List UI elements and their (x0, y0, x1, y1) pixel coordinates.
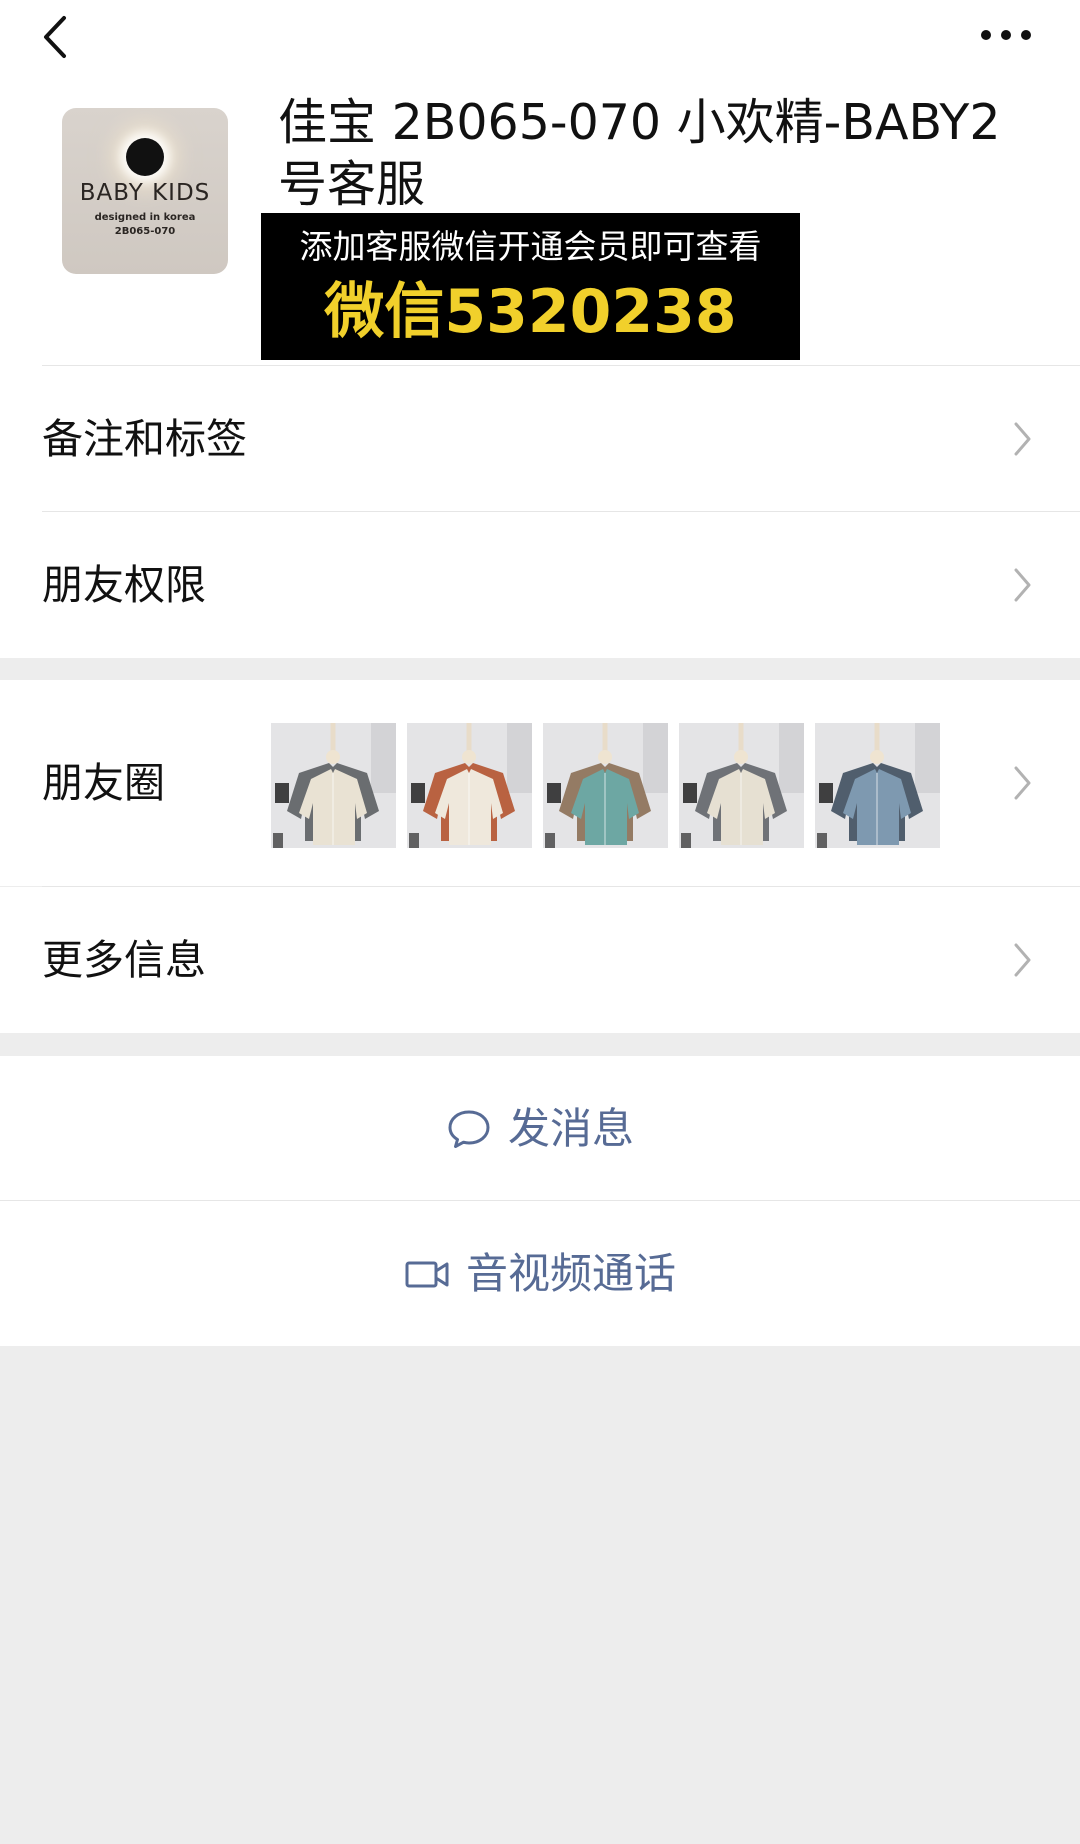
menu-item-notes-tags[interactable]: 备注和标签 (0, 366, 1080, 511)
chat-bubble-icon (448, 1110, 490, 1148)
more-options-button[interactable] (976, 18, 1036, 52)
moments-photo-1 (271, 723, 396, 848)
moments-photo-5 (815, 723, 940, 848)
promo-banner-wechat-id: 微信5320238 (324, 277, 737, 347)
menu-item-label: 朋友权限 (42, 561, 206, 609)
avatar-tagline: designed in korea (94, 212, 196, 223)
moments-photo-strip (271, 723, 951, 848)
chevron-right-icon (1014, 568, 1031, 602)
back-button[interactable] (36, 12, 76, 62)
video-camera-icon (405, 1261, 449, 1287)
menu-item-label: 朋友圈 (42, 759, 165, 807)
promo-banner: 添加客服微信开通会员即可查看 微信5320238 (261, 213, 800, 360)
menu-item-more-info[interactable]: 更多信息 (0, 887, 1080, 1033)
promo-banner-line1: 添加客服微信开通会员即可查看 (299, 227, 762, 266)
avatar-code: 2B065-070 (114, 226, 176, 237)
menu-item-moments[interactable]: 朋友圈 (0, 680, 1080, 886)
video-call-label: 音视频通话 (465, 1248, 676, 1298)
chevron-right-icon (1014, 943, 1031, 977)
menu-item-friend-permissions[interactable]: 朋友权限 (0, 512, 1080, 658)
chevron-left-icon (44, 16, 66, 58)
send-message-button[interactable]: 发消息 (0, 1056, 1080, 1201)
moments-photo-3 (543, 723, 668, 848)
profile-header: BABY KIDS designed in korea 2B065-070 佳宝… (0, 0, 1080, 658)
chevron-right-icon (1014, 766, 1031, 800)
menu-item-label: 备注和标签 (42, 415, 247, 463)
chevron-right-icon (1014, 422, 1031, 456)
avatar-brand-text: BABY KIDS (79, 180, 211, 206)
moments-photo-2 (407, 723, 532, 848)
video-call-button[interactable]: 音视频通话 (0, 1201, 1080, 1346)
profile-name: 佳宝 2B065-070 小欢精-BABY2号客服 (278, 94, 1001, 213)
avatar[interactable]: BABY KIDS designed in korea 2B065-070 (62, 108, 228, 274)
moments-photo-4 (679, 723, 804, 848)
avatar-logo-mark (126, 138, 164, 176)
menu-item-label: 更多信息 (42, 936, 206, 984)
send-message-label: 发消息 (507, 1103, 634, 1153)
more-dots-icon (981, 30, 1031, 40)
